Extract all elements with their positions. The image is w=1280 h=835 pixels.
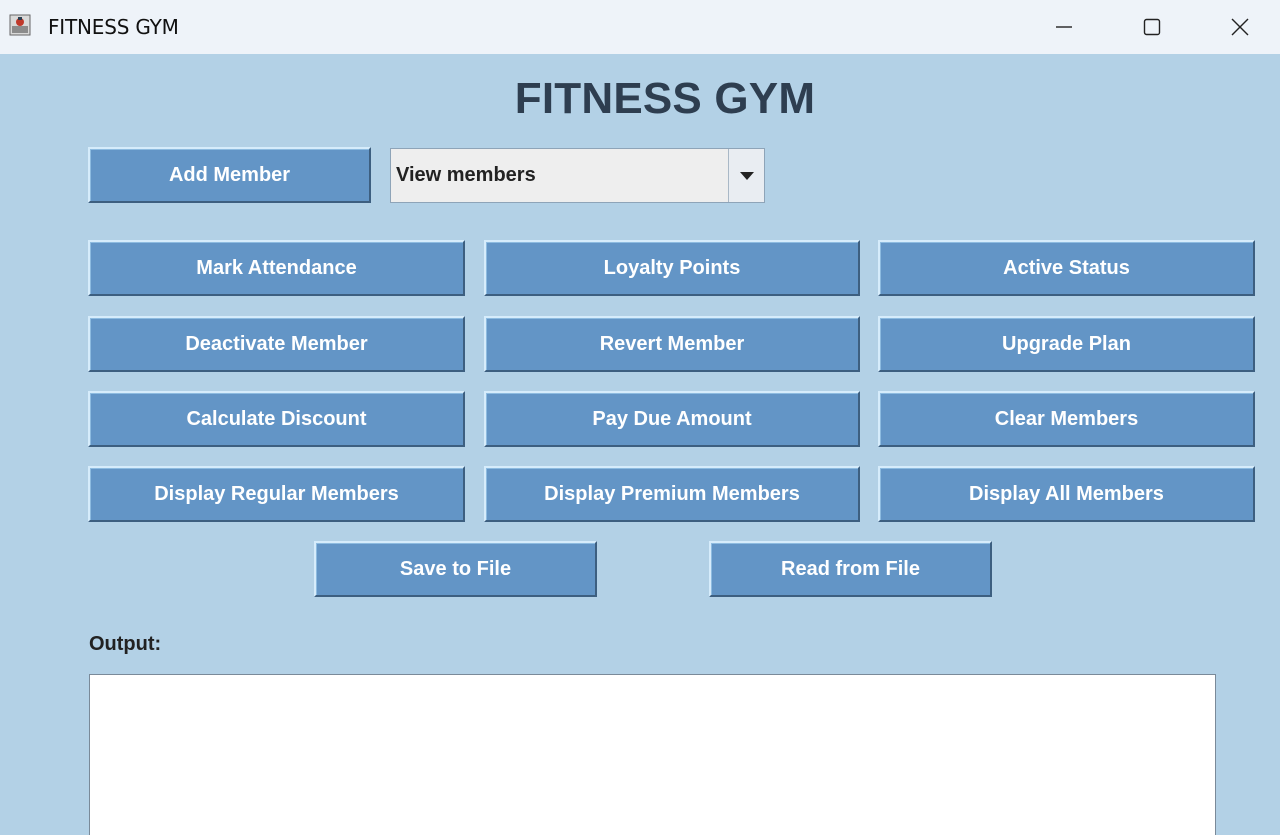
display-all-members-button[interactable]: Display All Members <box>878 466 1255 522</box>
save-to-file-button[interactable]: Save to File <box>314 541 597 597</box>
deactivate-member-button[interactable]: Deactivate Member <box>88 316 465 372</box>
display-regular-members-button[interactable]: Display Regular Members <box>88 466 465 522</box>
output-textarea[interactable] <box>89 674 1216 835</box>
calculate-discount-button[interactable]: Calculate Discount <box>88 391 465 447</box>
window-title: FITNESS GYM <box>48 15 179 39</box>
display-premium-members-button[interactable]: Display Premium Members <box>484 466 860 522</box>
minimize-button[interactable] <box>1020 0 1108 54</box>
active-status-button[interactable]: Active Status <box>878 240 1255 296</box>
title-bar: FITNESS GYM <box>0 0 1280 54</box>
close-button[interactable] <box>1196 0 1280 54</box>
clear-members-button[interactable]: Clear Members <box>878 391 1255 447</box>
maximize-icon <box>1143 18 1161 36</box>
page-title: FITNESS GYM <box>514 74 816 123</box>
add-member-button[interactable]: Add Member <box>88 147 371 203</box>
chevron-down-icon[interactable] <box>728 149 764 202</box>
pay-due-amount-button[interactable]: Pay Due Amount <box>484 391 860 447</box>
maximize-button[interactable] <box>1108 0 1196 54</box>
output-label: Output: <box>89 633 162 655</box>
mark-attendance-button[interactable]: Mark Attendance <box>88 240 465 296</box>
view-members-dropdown[interactable]: View members <box>390 148 765 203</box>
java-app-icon <box>9 14 31 36</box>
read-from-file-button[interactable]: Read from File <box>709 541 992 597</box>
minimize-icon <box>1055 18 1073 36</box>
loyalty-points-button[interactable]: Loyalty Points <box>484 240 860 296</box>
upgrade-plan-button[interactable]: Upgrade Plan <box>878 316 1255 372</box>
dropdown-selected-value: View members <box>396 164 536 186</box>
revert-member-button[interactable]: Revert Member <box>484 316 860 372</box>
close-icon <box>1231 18 1249 36</box>
app-window: FITNESS GYM FITNESS GYM Add Member View … <box>0 0 1280 835</box>
